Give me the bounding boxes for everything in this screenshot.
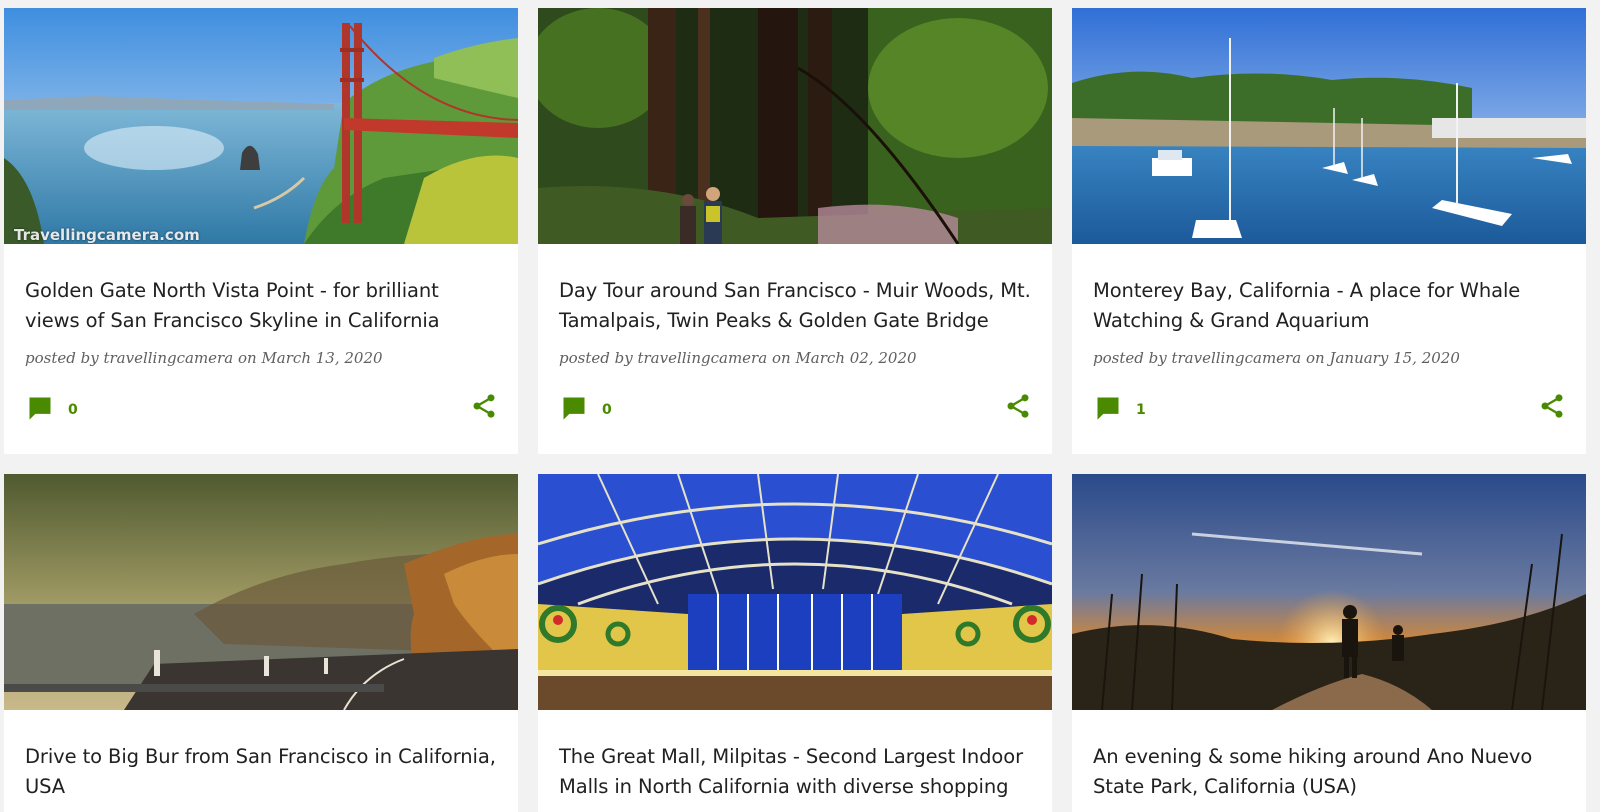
posted-by-label: posted by (559, 349, 633, 367)
post-actions: 0 (538, 394, 1052, 424)
post-thumbnail[interactable]: Travellingcamera.com (4, 8, 518, 244)
share-icon (473, 394, 495, 418)
on-label: on (771, 349, 791, 367)
post-thumbnail[interactable] (538, 8, 1052, 244)
post-card: Travellingcamera.com Golden Gate North V… (4, 8, 518, 454)
photo-watermark: Travellingcamera.com (14, 226, 200, 244)
post-card: The Great Mall, Milpitas - Second Larges… (538, 474, 1052, 812)
comment-count: 0 (602, 402, 612, 418)
post-thumbnail[interactable] (1072, 8, 1586, 244)
comment-icon (563, 397, 585, 420)
post-actions: 1 (1072, 394, 1586, 424)
ano-nuevo-sunset-photo (1072, 474, 1586, 710)
comments-link[interactable]: 0 (560, 394, 612, 422)
comment-count: 1 (1136, 402, 1146, 418)
post-author[interactable]: travellingcamera (637, 349, 767, 367)
post-card: Drive to Big Bur from San Francisco in C… (4, 474, 518, 812)
golden-gate-bridge-photo (4, 8, 518, 244)
comment-icon (1097, 397, 1119, 420)
share-icon (1007, 394, 1029, 418)
posted-by-label: posted by (25, 349, 99, 367)
post-date[interactable]: March 02, 2020 (795, 349, 916, 367)
post-title[interactable]: Drive to Big Bur from San Francisco in C… (4, 710, 518, 802)
post-thumbnail[interactable] (4, 474, 518, 710)
muir-woods-forest-photo (538, 8, 1052, 244)
big-sur-coast-photo (4, 474, 518, 710)
post-title[interactable]: Monterey Bay, California - A place for W… (1072, 244, 1586, 336)
comments-link[interactable]: 0 (26, 394, 78, 422)
post-author[interactable]: travellingcamera (103, 349, 233, 367)
post-title[interactable]: Golden Gate North Vista Point - for bril… (4, 244, 518, 336)
comment-icon (29, 397, 51, 420)
post-grid: Travellingcamera.com Golden Gate North V… (0, 0, 1600, 812)
post-date[interactable]: January 15, 2020 (1329, 349, 1459, 367)
post-meta: posted by travellingcamera on March 02, … (538, 336, 1052, 367)
post-thumbnail[interactable] (1072, 474, 1586, 710)
comments-link[interactable]: 1 (1094, 394, 1146, 422)
post-title[interactable]: The Great Mall, Milpitas - Second Larges… (538, 710, 1052, 802)
post-meta: posted by travellingcamera on January 15… (1072, 336, 1586, 367)
post-actions: 0 (4, 394, 518, 424)
post-author[interactable]: travellingcamera (1171, 349, 1301, 367)
post-meta: posted by travellingcamera on March 13, … (4, 336, 518, 367)
on-label: on (237, 349, 257, 367)
post-title[interactable]: An evening & some hiking around Ano Nuev… (1072, 710, 1586, 802)
comment-count: 0 (68, 402, 78, 418)
posted-by-label: posted by (1093, 349, 1167, 367)
post-card: Day Tour around San Francisco - Muir Woo… (538, 8, 1052, 454)
on-label: on (1305, 349, 1325, 367)
post-title[interactable]: Day Tour around San Francisco - Muir Woo… (538, 244, 1052, 336)
monterey-bay-harbor-photo (1072, 8, 1586, 244)
great-mall-interior-photo (538, 474, 1052, 710)
share-icon (1541, 394, 1563, 418)
share-button[interactable] (1538, 392, 1566, 425)
post-card: An evening & some hiking around Ano Nuev… (1072, 474, 1586, 812)
share-button[interactable] (470, 392, 498, 425)
post-date[interactable]: March 13, 2020 (261, 349, 382, 367)
share-button[interactable] (1004, 392, 1032, 425)
post-card: Monterey Bay, California - A place for W… (1072, 8, 1586, 454)
post-thumbnail[interactable] (538, 474, 1052, 710)
